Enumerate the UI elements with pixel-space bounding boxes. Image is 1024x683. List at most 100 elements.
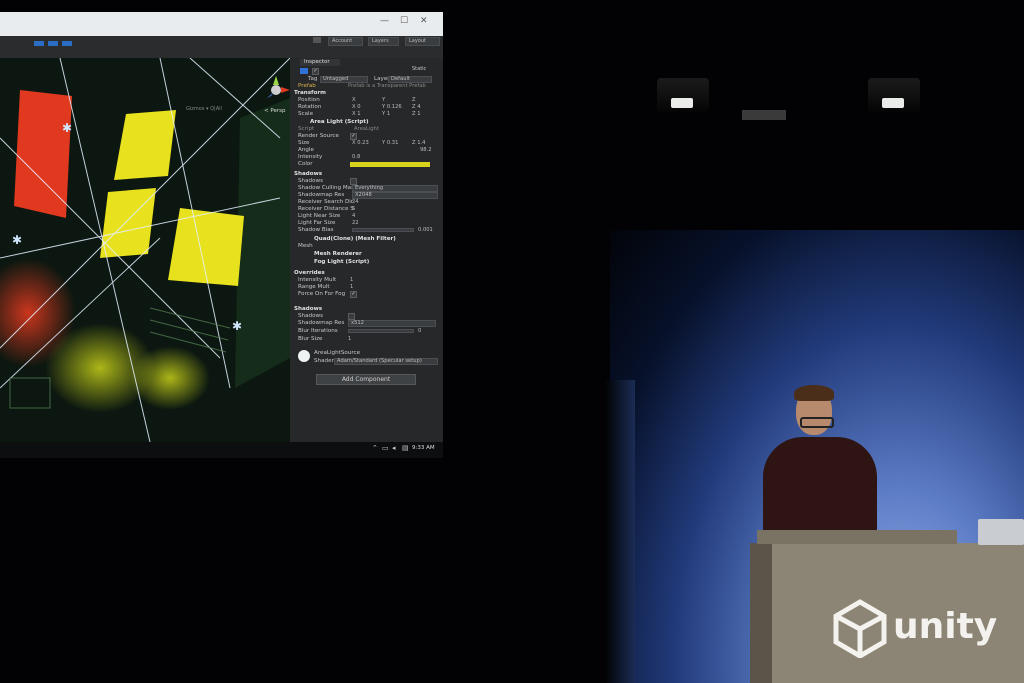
shadows-checkbox[interactable] [350, 178, 357, 185]
scale-x[interactable]: X 1 [352, 111, 361, 117]
fog-shadows-checkbox[interactable] [348, 313, 355, 320]
size-z[interactable]: Z 1.4 [412, 140, 425, 146]
svg-text:✱: ✱ [232, 319, 242, 333]
angle-label: Angle [298, 147, 314, 153]
material-sphere-icon [298, 350, 310, 362]
shadowmap-dropdown[interactable]: X2048 [352, 192, 438, 199]
intensity-value[interactable]: 0.8 [352, 154, 360, 160]
render-source-checkbox[interactable]: ✓ [350, 133, 357, 140]
script-label: Script [298, 126, 315, 132]
size-x[interactable]: X 0.23 [352, 140, 369, 146]
notification-icon[interactable]: ▤ [402, 444, 409, 452]
blur-iter-label: Blur Iterations [298, 328, 338, 334]
stage-spotlight [868, 78, 920, 112]
minimize-icon[interactable]: — [380, 16, 389, 26]
scale-z[interactable]: Z 1 [412, 111, 421, 117]
presenter-glasses [800, 417, 834, 428]
shader-dropdown[interactable]: Adam/Standard (Specular setup) [334, 358, 438, 365]
unity-logo-text: unity [893, 606, 998, 647]
projected-screen: — ☐ ✕ Account Layers Layout ✱ ✱ ✱ Gizmos… [0, 12, 443, 458]
near-size-value[interactable]: 4 [352, 213, 355, 219]
script-value[interactable]: AreaLight [354, 126, 379, 132]
blur-iter-slider[interactable] [348, 329, 414, 333]
color-swatch[interactable] [350, 162, 430, 167]
position-y[interactable]: Y [382, 97, 385, 103]
scene-view[interactable]: ✱ ✱ ✱ Gizmos ▾ Q|All < Persp [0, 58, 290, 442]
fog-light-header[interactable]: Fog Light (Script) [314, 259, 369, 265]
layer-dropdown[interactable]: Default [388, 76, 432, 83]
window-titlebar: — ☐ ✕ [0, 12, 443, 36]
volume-icon[interactable]: ◂ [392, 444, 396, 452]
receiver-distance-label: Receiver Distance S [298, 206, 354, 212]
close-icon[interactable]: ✕ [420, 16, 428, 26]
play-icon[interactable] [34, 41, 44, 46]
intensity-mult-value[interactable]: 1 [350, 277, 353, 283]
rotation-y[interactable]: Y 0.126 [382, 104, 402, 110]
size-label: Size [298, 140, 310, 146]
scale-y[interactable]: Y 1 [382, 111, 390, 117]
yellow-area-light [100, 188, 156, 258]
receiver-search-value[interactable]: 24 [352, 199, 359, 205]
taskbar-clock[interactable]: 9:33 AM [412, 445, 435, 451]
presenter-body [763, 437, 877, 537]
stage-curtain [605, 380, 635, 683]
rotation-z[interactable]: Z 4 [412, 104, 421, 110]
range-mult-label: Range Mult [298, 284, 330, 290]
fog-shadowmap-label: Shadowmap Res [298, 320, 345, 326]
rotation-x[interactable]: X 0 [352, 104, 361, 110]
blur-size-value[interactable]: 1 [348, 336, 351, 342]
account-dropdown[interactable]: Account [328, 37, 363, 46]
stage-lighting-rig [742, 110, 786, 120]
persp-label[interactable]: < Persp [264, 108, 285, 114]
tray-chevron-icon[interactable]: ⌃ [372, 444, 378, 452]
force-on-label: Force On For Fog [298, 291, 346, 297]
network-icon[interactable]: ▭ [382, 444, 389, 452]
shadow-bias-value[interactable]: 0.001 [418, 227, 433, 233]
shadow-bias-label: Shadow Bias [298, 227, 334, 233]
add-component-button[interactable]: Add Component [316, 374, 416, 385]
overrides-header: Overrides [294, 270, 325, 276]
fog-shadowmap-dropdown[interactable]: x512 [348, 320, 436, 327]
scale-label: Scale [298, 111, 314, 117]
scene-toolbar-hint[interactable]: Gizmos ▾ Q|All [186, 106, 222, 112]
step-icon[interactable] [62, 41, 72, 46]
layers-dropdown[interactable]: Layers [368, 37, 399, 46]
range-mult-value[interactable]: 1 [350, 284, 353, 290]
static-label[interactable]: Static [412, 66, 426, 72]
presenter-hair [794, 385, 834, 401]
angle-value[interactable]: 98.2 [420, 147, 432, 153]
gameobject-icon [300, 68, 308, 74]
red-area-light [14, 90, 72, 218]
svg-text:✱: ✱ [12, 233, 22, 247]
blur-iter-value[interactable]: 0 [418, 328, 421, 334]
position-label: Position [298, 97, 320, 103]
layout-dropdown[interactable]: Layout [405, 37, 440, 46]
mesh-filter-header[interactable]: Quad(Clone) (Mesh Filter) [314, 236, 396, 242]
inspector-tab[interactable]: Inspector [300, 59, 340, 66]
cloud-icon[interactable] [313, 37, 321, 43]
transform-header[interactable]: Transform [294, 90, 326, 96]
force-on-checkbox[interactable]: ✓ [350, 291, 357, 298]
fog-shadows-label: Shadows [298, 313, 323, 319]
size-y[interactable]: Y 0.31 [382, 140, 398, 146]
far-size-label: Light Far Size [298, 220, 336, 226]
position-x[interactable]: X [352, 97, 356, 103]
maximize-icon[interactable]: ☐ [400, 16, 408, 26]
culling-dropdown[interactable]: Everything [352, 185, 438, 192]
area-light-header[interactable]: Area Light (Script) [310, 119, 369, 125]
tag-dropdown[interactable]: Untagged [320, 76, 368, 83]
receiver-distance-value[interactable]: 5 [352, 206, 355, 212]
unity-toolbar: Account Layers Layout [0, 36, 443, 58]
podium-side [750, 543, 774, 683]
intensity-mult-label: Intensity Mult [298, 277, 337, 283]
svg-text:✱: ✱ [62, 121, 72, 135]
mesh-renderer-header[interactable]: Mesh Renderer [314, 251, 362, 257]
pause-icon[interactable] [48, 41, 58, 46]
active-checkbox[interactable]: ✓ [312, 68, 319, 75]
position-z[interactable]: Z [412, 97, 416, 103]
shader-label: Shader [314, 358, 334, 364]
far-size-value[interactable]: 22 [352, 220, 359, 226]
shadow-bias-slider[interactable] [352, 228, 414, 232]
laptop [978, 519, 1024, 545]
color-label: Color [298, 161, 313, 167]
